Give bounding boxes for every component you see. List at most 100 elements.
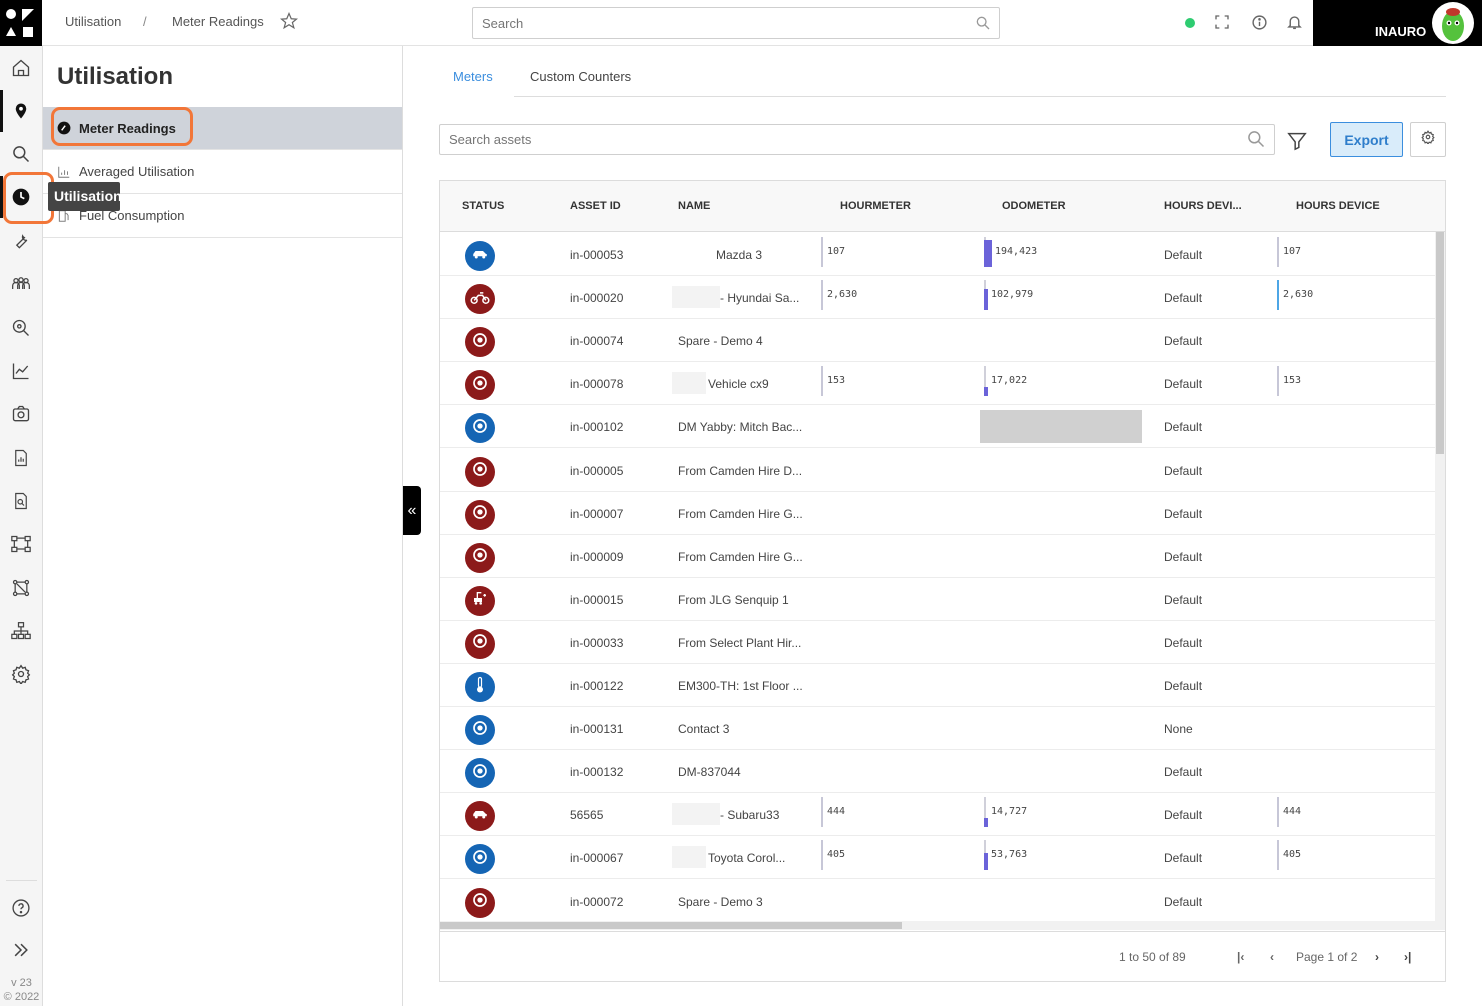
tab-custom-counters[interactable]: Custom Counters [530,69,631,84]
col-name[interactable]: NAME [678,200,710,212]
name-cell[interactable]: Mazda 3 [716,248,762,262]
table-row[interactable]: in-000122 EM300-TH: 1st Floor ... Default [440,664,1436,707]
avatar[interactable] [1432,2,1474,44]
grid-settings-button[interactable] [1410,122,1446,157]
status-indicator[interactable] [465,413,495,444]
breadcrumb-utilisation[interactable]: Utilisation [65,14,121,29]
app-logo[interactable] [0,0,42,46]
hours-device-source-cell[interactable]: Default [1164,291,1202,305]
col-asset-id[interactable]: ASSET ID [570,200,621,212]
last-page-icon[interactable]: ›| [1404,950,1411,964]
status-indicator[interactable] [465,672,495,702]
search-icon[interactable] [1246,129,1266,154]
status-indicator[interactable] [465,241,495,271]
status-indicator[interactable] [465,370,495,401]
tab-meters[interactable]: Meters [453,69,493,84]
info-icon[interactable] [1251,14,1268,36]
asset-id-cell[interactable]: in-000020 [570,291,623,305]
collapse-panel-button[interactable]: « [403,486,421,535]
status-indicator[interactable] [465,585,495,616]
home-icon[interactable] [9,56,33,80]
table-row[interactable]: 56565 - Subaru33 444 14,727 Default 444 [440,793,1436,837]
workflow-icon[interactable] [9,532,33,556]
status-indicator[interactable] [465,844,495,875]
table-row[interactable]: in-000131 Contact 3 None [440,707,1436,751]
status-indicator[interactable] [465,327,495,358]
name-cell[interactable]: From Camden Hire G... [678,550,803,564]
asset-id-cell[interactable]: in-000122 [570,679,623,693]
table-row[interactable]: in-000102 DM Yabby: Mitch Bac... Default [440,405,1436,449]
status-indicator[interactable] [465,628,495,659]
gear-icon[interactable] [9,662,33,686]
vertical-scrollbar[interactable] [1435,232,1445,922]
user-menu[interactable]: INAURO [1313,0,1482,46]
asset-id-cell[interactable]: in-000033 [570,636,623,650]
name-cell[interactable]: Vehicle cx9 [708,377,769,391]
horizontal-scrollbar[interactable] [440,921,1445,930]
hours-device-source-cell[interactable]: Default [1164,550,1202,564]
name-cell[interactable]: Spare - Demo 3 [678,895,763,909]
status-indicator[interactable] [465,456,495,487]
col-hours-device[interactable]: HOURS DEVICE [1296,200,1380,212]
hours-device-source-cell[interactable]: Default [1164,679,1202,693]
hours-device-source-cell[interactable]: Default [1164,507,1202,521]
favorite-star-icon[interactable] [279,11,299,35]
col-hourmeter[interactable]: HOURMETER [840,200,911,212]
name-cell[interactable]: Toyota Corol... [708,851,785,865]
prev-page-icon[interactable]: ‹ [1270,950,1274,964]
first-page-icon[interactable]: |‹ [1237,950,1244,964]
table-row[interactable]: in-000005 From Camden Hire D... Default [440,449,1436,492]
report-icon[interactable] [9,446,33,470]
hours-device-source-cell[interactable]: Default [1164,377,1202,391]
hours-device-source-cell[interactable]: Default [1164,464,1202,478]
global-search[interactable] [472,7,1000,39]
bell-icon[interactable] [1286,13,1303,36]
report-search-icon[interactable] [9,489,33,513]
name-cell[interactable]: Contact 3 [678,722,729,736]
asset-search-input[interactable] [440,125,1274,154]
table-row[interactable]: in-000074 Spare - Demo 4 Default [440,319,1436,363]
table-row[interactable]: in-000072 Spare - Demo 3 Default [440,880,1436,923]
table-row[interactable]: in-000015 From JLG Senquip 1 Default [440,578,1436,621]
hours-device-source-cell[interactable]: Default [1164,765,1202,779]
name-cell[interactable]: From JLG Senquip 1 [678,593,789,607]
global-search-input[interactable] [473,8,999,38]
name-cell[interactable]: - Subaru33 [720,808,779,822]
hours-device-source-cell[interactable]: None [1164,722,1193,736]
hours-device-source-cell[interactable]: Default [1164,636,1202,650]
hours-device-source-cell[interactable]: Default [1164,334,1202,348]
help-icon[interactable] [9,896,33,920]
name-cell[interactable]: From Camden Hire G... [678,507,803,521]
table-row[interactable]: in-000067 Toyota Corol... 405 53,763 Default… [440,836,1436,880]
table-row[interactable]: in-000078 Vehicle cx9 153 17,022 Default 153 [440,362,1436,406]
name-cell[interactable]: EM300-TH: 1st Floor ... [678,679,803,693]
name-cell[interactable]: From Camden Hire D... [678,464,802,478]
map-pin-icon[interactable] [9,99,33,123]
asset-search[interactable] [439,124,1275,155]
search-icon[interactable] [9,142,33,166]
fullscreen-icon[interactable] [1214,14,1230,35]
expand-icon[interactable] [9,938,33,962]
asset-id-cell[interactable]: in-000078 [570,377,623,391]
table-row[interactable]: in-000132 DM-837044 Default [440,750,1436,794]
name-cell[interactable]: - Hyundai Sa... [720,291,799,305]
asset-id-cell[interactable]: in-000015 [570,593,623,607]
asset-id-cell[interactable]: in-000132 [570,765,623,779]
asset-id-cell[interactable]: in-000072 [570,895,623,909]
asset-id-cell[interactable]: in-000007 [570,507,623,521]
status-indicator[interactable] [465,542,495,573]
camera-icon[interactable] [9,402,33,426]
asset-id-cell[interactable]: in-000067 [570,851,623,865]
network-icon[interactable] [9,576,33,600]
wrench-icon[interactable] [9,229,33,253]
location-search-icon[interactable] [9,316,33,340]
asset-id-cell[interactable]: in-000131 [570,722,623,736]
asset-id-cell[interactable]: 56565 [570,808,603,822]
col-hours-device-source[interactable]: HOURS DEVI... [1164,200,1242,212]
export-button[interactable]: Export [1330,122,1403,157]
status-indicator[interactable] [465,758,495,789]
name-cell[interactable]: Spare - Demo 4 [678,334,763,348]
col-odometer[interactable]: ODOMETER [1002,200,1066,212]
hours-device-source-cell[interactable]: Default [1164,593,1202,607]
hours-device-source-cell[interactable]: Default [1164,895,1202,909]
